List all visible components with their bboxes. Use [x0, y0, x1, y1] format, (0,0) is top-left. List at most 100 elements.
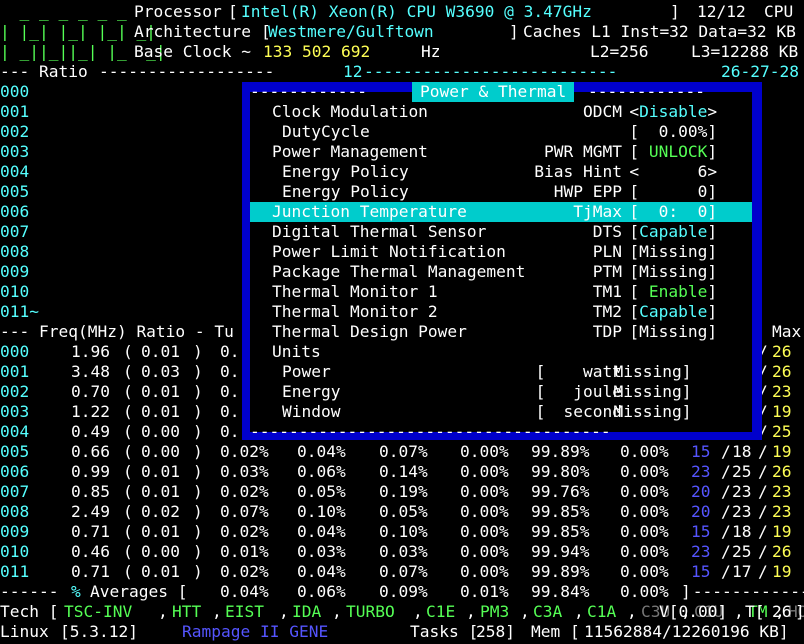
popup-item-energy-policy — [250, 182, 752, 202]
table-row-mid: 17 — [732, 562, 752, 581]
paren: ( — [123, 382, 133, 401]
board-name: Rampage II GENE — [182, 622, 329, 641]
paren: ) — [193, 522, 203, 541]
table-row-c0: 0. — [220, 402, 240, 421]
popup-item-key: TjMax — [573, 202, 622, 221]
table-row-c8: 0.00% — [620, 542, 669, 561]
comma: , — [520, 602, 530, 621]
popup-item-value: [Capable] — [629, 302, 718, 321]
popup-item-key: DTS — [592, 222, 622, 241]
table-row-c8: 0.00% — [620, 462, 669, 481]
tech-item-turbo: TURBO — [346, 602, 395, 621]
popup-item-power[interactable] — [250, 362, 752, 382]
table-row-min: 15 — [691, 442, 711, 461]
core-id-top: 008 — [0, 242, 30, 261]
slash: / — [758, 342, 768, 361]
tech-item-c3a: C3A — [533, 602, 563, 621]
paren: ) — [193, 422, 203, 441]
terminal-screen: _ _ _ _ _ _ | |_| |_| |_| _| | _||_||_| |_… — [0, 0, 804, 644]
tasks-label: Tasks [ — [410, 622, 479, 641]
slash: / — [758, 462, 768, 481]
table-row-max: 19 — [772, 402, 792, 421]
popup-item-dutycycle[interactable] — [250, 122, 752, 142]
popup-item-thermal-monitor-1[interactable] — [250, 282, 752, 302]
logo-line-1: _ _ _ _ _ _ — [0, 2, 127, 21]
tech-item-htt: HTT — [172, 602, 202, 621]
paren: ) — [193, 442, 203, 461]
bracket: ] — [670, 2, 680, 21]
table-row-core: 000 — [0, 342, 30, 361]
slash: / — [758, 422, 768, 441]
popup-item-key: PLN — [592, 242, 622, 261]
table-row-c3: 0.10% — [379, 522, 428, 541]
paren: ) — [193, 482, 203, 501]
table-row-ratio: 0.01 — [141, 482, 180, 501]
table-row-min: 20 — [691, 502, 711, 521]
table-row-ratio: 0.00 — [141, 422, 180, 441]
popup-item-thermal-design-power[interactable] — [250, 322, 752, 342]
popup-item-clock-modulation[interactable] — [250, 102, 752, 122]
popup-item-package-thermal-management[interactable] — [250, 262, 752, 282]
averages-marker[interactable]: % — [71, 582, 81, 602]
popup-item-key: ODCM — [583, 102, 622, 121]
table-row-freq: 1.22 — [71, 402, 110, 421]
table-row-ratio: 0.03 — [141, 362, 180, 381]
popup-item-value: <Disable> — [629, 102, 718, 121]
processor-label: Processor — [134, 2, 222, 21]
ratio-mark-12: 12 — [343, 62, 363, 81]
popup-item-digital-thermal-sensor[interactable] — [250, 222, 752, 242]
kernel-version: [5.3.12] — [60, 622, 138, 641]
table-row-min: 23 — [691, 462, 711, 481]
paren: ) — [193, 362, 203, 381]
temp-end: ] — [795, 602, 804, 621]
table-row-core: 010 — [0, 542, 30, 561]
popup-rule-left: ------------ — [250, 82, 367, 101]
popup-item-energy[interactable] — [250, 382, 752, 402]
popup-item-key: TM2 — [592, 302, 622, 321]
popup-item-junction-temperature[interactable] — [250, 202, 752, 222]
table-row-ratio: 0.01 — [141, 522, 180, 541]
table-row-c1: 0.04% — [297, 442, 346, 461]
base-clock-value: 133 502 692 — [263, 42, 371, 61]
ratio-mark-max: 26-27-28 — [721, 62, 799, 81]
popup-item-key: second — [563, 402, 622, 421]
avg-rule: ------------- — [692, 582, 804, 601]
power-thermal-dialog[interactable]: ------------ Power & Thermal ------------ C… — [242, 82, 762, 441]
table-row-min: 23 — [691, 542, 711, 561]
table-row-c7: 99.80% — [531, 462, 590, 481]
popup-item-thermal-monitor-2[interactable] — [250, 302, 752, 322]
popup-item-value: [ Missing] — [535, 382, 692, 401]
core-id-top: 005 — [0, 182, 30, 201]
slash: / — [721, 462, 731, 481]
comma: , — [158, 602, 168, 621]
popup-item-window[interactable] — [250, 402, 752, 422]
table-row-freq: 1.96 — [71, 342, 110, 361]
popup-item-key: joule — [573, 382, 622, 401]
table-row-freq: 0.70 — [71, 382, 110, 401]
popup-item-units[interactable] — [250, 342, 752, 362]
table-row-c1: 0.04% — [297, 522, 346, 541]
popup-item-label: Energy Policy — [282, 162, 409, 181]
voltage-readout: V[0.00] — [659, 602, 728, 621]
table-row-core: 006 — [0, 462, 30, 481]
popup-item-power-limit-notification[interactable] — [250, 242, 752, 262]
table-row-max: 26 — [772, 342, 792, 361]
table-header-max: Max — [772, 322, 802, 341]
table-row-c0: 0.03% — [220, 462, 269, 481]
table-row-freq: 0.85 — [71, 482, 110, 501]
popup-item-key: watt — [583, 362, 622, 381]
slash: / — [721, 542, 731, 561]
popup-rule-bottom: ------------------------------------- — [250, 422, 611, 441]
popup-title: Power & Thermal — [412, 82, 575, 102]
avg-suffix: ] — [681, 582, 691, 601]
paren: ) — [193, 462, 203, 481]
core-id-top: 003 — [0, 142, 30, 161]
core-id-top: 011~ — [0, 302, 39, 321]
popup-item-key: TM1 — [592, 282, 622, 301]
table-row-c8: 0.00% — [620, 502, 669, 521]
popup-item-key: Bias Hint — [534, 162, 622, 181]
popup-item-energy-policy[interactable] — [250, 162, 752, 182]
paren: ( — [123, 402, 133, 421]
popup-item-power-management[interactable] — [250, 142, 752, 162]
table-row-c7: 99.89% — [531, 562, 590, 581]
